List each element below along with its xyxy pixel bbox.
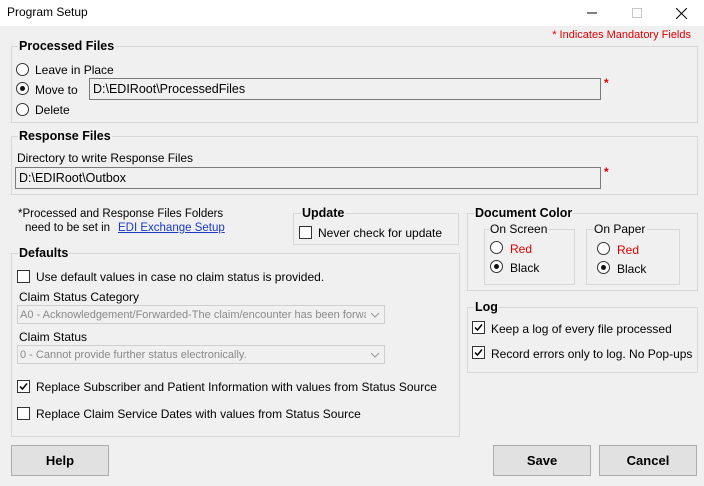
maximize-button[interactable] — [614, 0, 659, 26]
log-group — [467, 307, 698, 373]
leave-in-place-radio[interactable] — [16, 63, 29, 76]
on-paper-red-label: Red — [617, 243, 640, 257]
on-paper-group — [586, 229, 680, 285]
never-check-update-label: Never check for update — [318, 226, 443, 240]
folders-note-line2: need to be set in — [25, 222, 111, 234]
claim-status-category-label: Claim Status Category — [19, 290, 140, 304]
on-paper-black-radio[interactable] — [597, 261, 610, 274]
cancel-button[interactable]: Cancel — [599, 445, 697, 476]
edi-exchange-setup-link[interactable]: EDI Exchange Setup — [118, 222, 225, 234]
delete-label: Delete — [35, 103, 70, 117]
update-title: Update — [301, 206, 346, 220]
close-icon — [676, 7, 687, 19]
chevron-down-icon — [366, 306, 384, 323]
folders-note-line1: *Processed and Response Files Folders — [18, 208, 224, 220]
claim-status-category-value: A0 - Acknowledgement/Forwarded-The claim… — [20, 309, 385, 321]
response-directory-label: Directory to write Response Files — [17, 151, 194, 165]
response-required-mark: * — [604, 165, 609, 179]
title-bar: Program Setup — [0, 0, 704, 26]
checkmark-icon — [474, 349, 483, 357]
on-screen-title: On Screen — [489, 222, 549, 236]
claim-status-category-select[interactable]: A0 - Acknowledgement/Forwarded-The claim… — [17, 305, 385, 324]
on-paper-title: On Paper — [593, 222, 647, 236]
mandatory-note: * Indicates Mandatory Fields — [552, 29, 691, 41]
response-files-title: Response Files — [18, 129, 112, 143]
keep-log-label: Keep a log of every file processed — [491, 322, 672, 336]
on-screen-black-radio[interactable] — [490, 260, 503, 273]
log-title: Log — [474, 300, 499, 314]
minimize-icon — [586, 12, 597, 14]
move-to-required-mark: * — [604, 76, 609, 90]
replace-subscriber-label: Replace Subscriber and Patient Informati… — [36, 380, 437, 394]
checkmark-icon — [19, 383, 28, 391]
program-setup-window: Program Setup * Indicates Mandatory Fiel… — [0, 0, 704, 486]
defaults-title: Defaults — [18, 246, 70, 260]
errors-only-checkbox[interactable] — [472, 346, 485, 359]
chevron-down-icon — [366, 346, 384, 363]
on-screen-black-label: Black — [510, 261, 540, 275]
keep-log-checkbox[interactable] — [472, 321, 485, 334]
minimize-button[interactable] — [569, 0, 614, 26]
on-screen-red-radio[interactable] — [490, 241, 503, 254]
never-check-update-checkbox[interactable] — [299, 226, 312, 239]
processed-files-title: Processed Files — [18, 39, 116, 53]
leave-in-place-label: Leave in Place — [35, 63, 114, 77]
delete-radio[interactable] — [16, 103, 29, 116]
replace-service-dates-label: Replace Claim Service Dates with values … — [36, 407, 361, 421]
on-paper-black-label: Black — [617, 262, 647, 276]
replace-service-dates-checkbox[interactable] — [17, 407, 30, 420]
move-to-radio[interactable] — [16, 82, 29, 95]
help-button[interactable]: Help — [11, 445, 109, 476]
move-to-label: Move to — [35, 83, 78, 97]
replace-subscriber-checkbox[interactable] — [17, 380, 30, 393]
claim-status-select[interactable]: 0 - Cannot provide further status electr… — [17, 345, 385, 364]
use-default-values-label: Use default values in case no claim stat… — [36, 270, 325, 284]
response-directory-field[interactable]: D:\EDIRoot\Outbox — [15, 167, 601, 189]
on-screen-red-label: Red — [510, 242, 533, 256]
window-title: Program Setup — [7, 5, 88, 19]
maximize-icon — [631, 8, 642, 18]
checkmark-icon — [474, 324, 483, 332]
save-button[interactable]: Save — [493, 445, 591, 476]
move-to-path-field[interactable]: D:\EDIRoot\ProcessedFiles — [89, 78, 601, 100]
document-color-title: Document Color — [474, 206, 574, 220]
claim-status-value: 0 - Cannot provide further status electr… — [20, 349, 247, 361]
close-button[interactable] — [659, 0, 704, 26]
on-paper-red-radio[interactable] — [597, 242, 610, 255]
use-default-values-checkbox[interactable] — [17, 270, 30, 283]
on-screen-group — [484, 229, 575, 285]
claim-status-label: Claim Status — [19, 330, 88, 344]
errors-only-label: Record errors only to log. No Pop-ups — [491, 347, 693, 361]
